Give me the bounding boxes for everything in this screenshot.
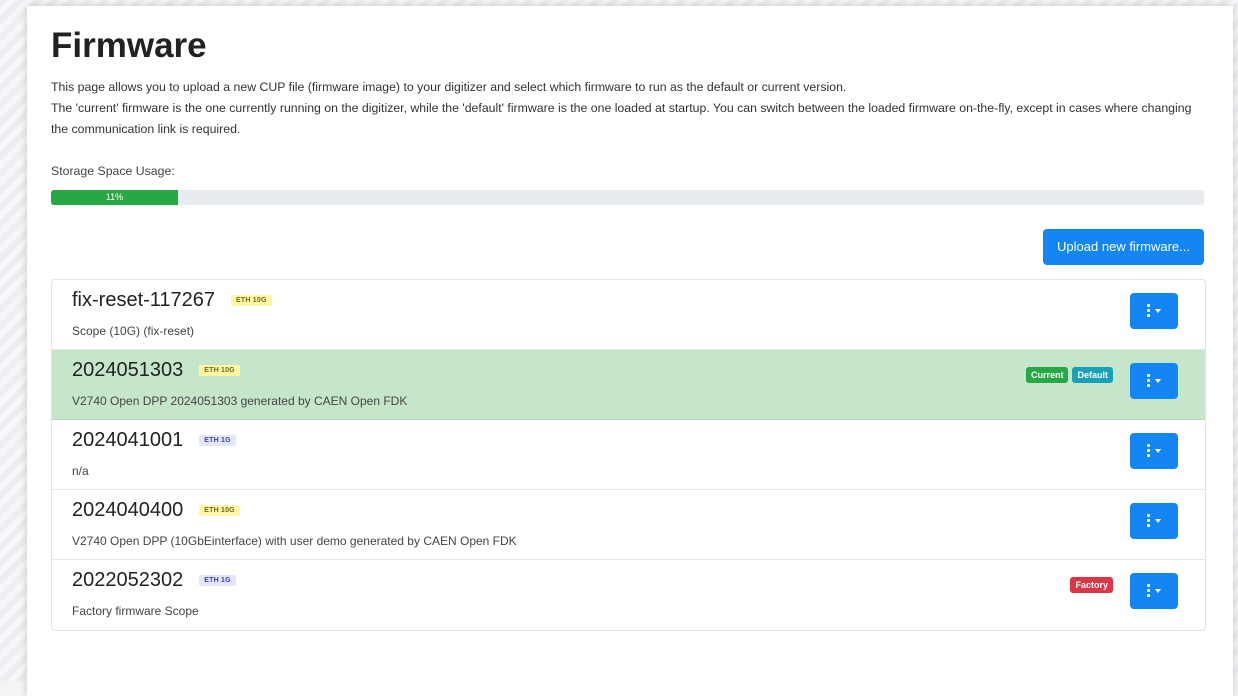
caret-down-icon	[1155, 308, 1161, 313]
status-badges: Current Default	[1025, 366, 1113, 383]
firmware-name: fix-reset-117267	[72, 289, 216, 312]
firmware-row: fix-reset-117267 ETH 10G Scope (10G) (fi…	[52, 280, 1205, 350]
link-badge: ETH 10G	[199, 365, 240, 377]
storage-progress-bar: 11%	[51, 189, 1204, 205]
kebab-vertical-icon	[1147, 374, 1150, 388]
current-badge: Current	[1025, 366, 1069, 383]
firmware-description: Factory firmware Scope	[72, 603, 199, 618]
upload-firmware-button[interactable]: Upload new firmware...	[1043, 228, 1204, 265]
page-description-2: The 'current' firmware is the one curren…	[51, 100, 1192, 136]
firmware-description: n/a	[72, 463, 89, 478]
link-badge: ETH 10G	[199, 505, 240, 517]
page-title: Firmware	[51, 26, 207, 65]
firmware-row: 2022052302 ETH 1G Factory firmware Scope…	[52, 560, 1205, 630]
factory-badge: Factory	[1070, 576, 1113, 593]
caret-down-icon	[1155, 518, 1161, 523]
storage-progress-fill: 11%	[51, 189, 178, 205]
firmware-name: 2024051303	[72, 359, 184, 382]
firmware-row: 2024041001 ETH 1G n/a	[52, 420, 1205, 490]
storage-label: Storage Space Usage:	[51, 163, 175, 178]
kebab-vertical-icon	[1147, 584, 1150, 598]
firmware-name: 2024041001	[72, 429, 184, 452]
firmware-menu-button[interactable]	[1130, 362, 1178, 399]
firmware-list: fix-reset-117267 ETH 10G Scope (10G) (fi…	[51, 278, 1206, 631]
firmware-row: 2024040400 ETH 10G V2740 Open DPP (10GbE…	[52, 490, 1205, 560]
firmware-name: 2024040400	[72, 499, 184, 522]
upload-row: Upload new firmware...	[51, 205, 1204, 265]
firmware-menu-button[interactable]	[1130, 572, 1178, 609]
firmware-description: V2740 Open DPP (10GbEinterface) with use…	[72, 533, 517, 548]
firmware-menu-button[interactable]	[1130, 502, 1178, 539]
link-badge: ETH 10G	[231, 295, 272, 307]
caret-down-icon	[1155, 588, 1161, 593]
link-badge: ETH 1G	[199, 575, 236, 587]
firmware-row-active: 2024051303 ETH 10G V2740 Open DPP 202405…	[52, 349, 1205, 420]
kebab-vertical-icon	[1147, 304, 1150, 318]
firmware-description: V2740 Open DPP 2024051303 generated by C…	[72, 393, 408, 408]
firmware-menu-button[interactable]	[1130, 292, 1178, 329]
firmware-description: Scope (10G) (fix-reset)	[72, 323, 195, 338]
page-description-1: This page allows you to upload a new CUP…	[51, 79, 847, 94]
kebab-vertical-icon	[1147, 514, 1150, 528]
caret-down-icon	[1155, 448, 1161, 453]
firmware-menu-button[interactable]	[1130, 432, 1178, 469]
link-badge: ETH 1G	[199, 435, 236, 447]
status-badges: Factory	[1070, 576, 1113, 593]
default-badge: Default	[1072, 366, 1113, 383]
firmware-card: Firmware This page allows you to upload …	[27, 6, 1233, 696]
kebab-vertical-icon	[1147, 444, 1150, 458]
firmware-name: 2022052302	[72, 569, 184, 592]
caret-down-icon	[1155, 378, 1161, 383]
